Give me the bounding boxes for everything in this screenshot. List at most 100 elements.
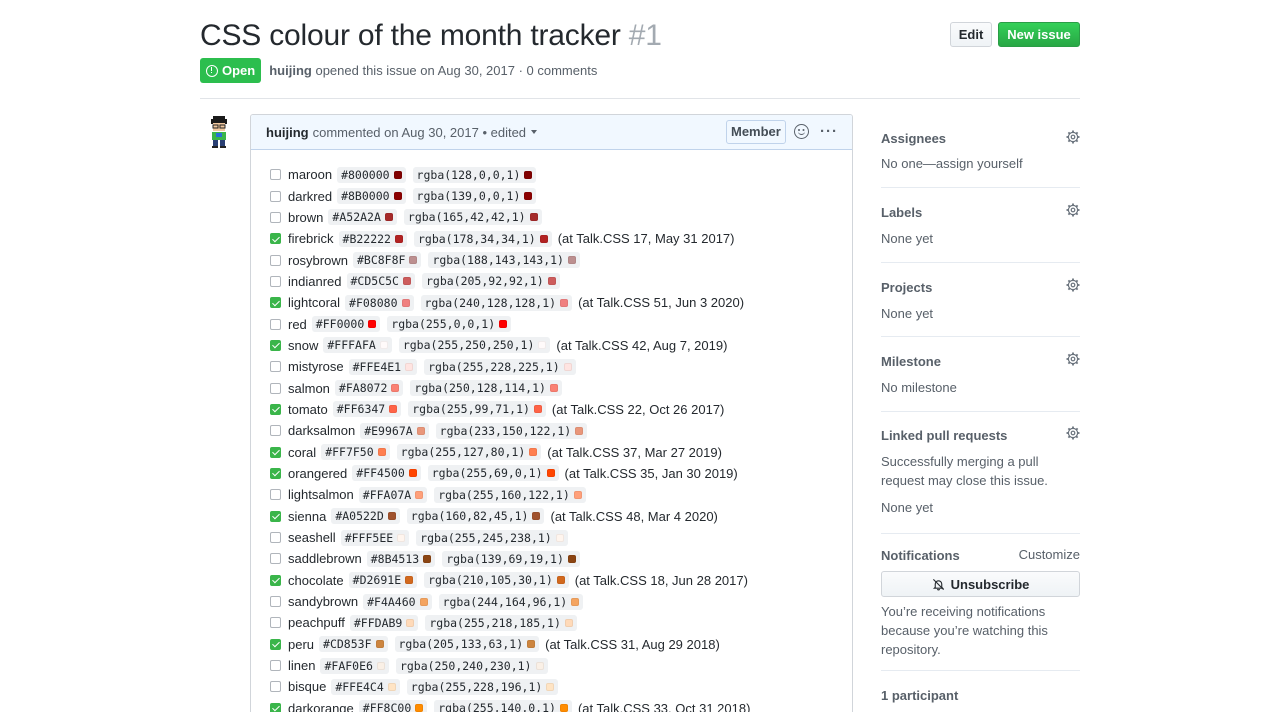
task-checkbox[interactable] bbox=[270, 297, 281, 309]
assignees-heading[interactable]: Assignees bbox=[881, 130, 946, 147]
task-checkbox[interactable] bbox=[270, 489, 281, 501]
color-hex-code: #8B4513 bbox=[366, 550, 436, 567]
labels-value: None yet bbox=[881, 231, 934, 246]
color-swatch bbox=[535, 661, 544, 670]
task-checkbox[interactable] bbox=[270, 617, 281, 629]
task-checkbox[interactable] bbox=[270, 660, 281, 672]
task-checkbox[interactable] bbox=[270, 254, 281, 266]
task-checkbox[interactable] bbox=[270, 681, 281, 693]
new-issue-button[interactable]: New issue bbox=[998, 22, 1080, 47]
color-swatch bbox=[568, 256, 576, 265]
color-hex-value: #FF6347 bbox=[336, 402, 386, 417]
color-rgba-value: rgba(205,133,63,1) bbox=[398, 637, 524, 652]
add-reaction-icon[interactable] bbox=[794, 124, 809, 139]
task-checkbox[interactable] bbox=[270, 382, 281, 394]
color-hex-code: #CD853F bbox=[319, 636, 388, 653]
task-checkbox[interactable] bbox=[270, 553, 281, 565]
task-checkbox[interactable] bbox=[270, 275, 281, 287]
notifications-desc: You’re receiving notifications because y… bbox=[881, 604, 1048, 657]
color-rgba-code: rgba(205,92,92,1) bbox=[421, 273, 560, 290]
task-checkbox[interactable] bbox=[270, 169, 281, 181]
color-rgba-value: rgba(210,105,30,1) bbox=[428, 573, 553, 588]
status-badge: Open bbox=[200, 58, 262, 83]
color-hex-value: #FF8C00 bbox=[362, 701, 412, 712]
task-checkbox[interactable] bbox=[270, 425, 281, 437]
color-swatch bbox=[563, 362, 572, 371]
task-item: maroon #800000 rgba(128,0,0,1) bbox=[270, 164, 850, 185]
milestone-heading[interactable]: Milestone bbox=[881, 353, 941, 370]
color-hex-code: #E9967A bbox=[360, 422, 429, 439]
task-checkbox[interactable] bbox=[270, 574, 281, 586]
color-rgba-code: rgba(255,99,71,1) bbox=[408, 401, 546, 418]
color-rgba-code: rgba(205,133,63,1) bbox=[394, 636, 540, 653]
color-name: mistyrose bbox=[288, 359, 344, 375]
color-swatch bbox=[387, 512, 396, 521]
color-swatch bbox=[555, 533, 564, 542]
projects-heading[interactable]: Projects bbox=[881, 279, 932, 296]
task-checkbox[interactable] bbox=[270, 596, 281, 608]
gear-icon[interactable] bbox=[1066, 426, 1080, 440]
task-checkbox[interactable] bbox=[270, 403, 281, 415]
color-hex-value: #FAF0E6 bbox=[324, 658, 373, 673]
task-checkbox[interactable] bbox=[270, 339, 281, 351]
comment-author-link[interactable]: huijing bbox=[266, 125, 309, 140]
color-hex-code: #FFF5EE bbox=[340, 529, 410, 546]
edited-dropdown-caret-icon[interactable] bbox=[531, 130, 538, 134]
talk-note: (at Talk.CSS 31, Aug 29 2018) bbox=[545, 636, 720, 652]
task-checkbox[interactable] bbox=[270, 638, 281, 650]
color-rgba-value: rgba(139,69,19,1) bbox=[446, 551, 564, 566]
color-hex-code: #B22222 bbox=[338, 230, 407, 247]
task-checkbox[interactable] bbox=[270, 190, 281, 202]
color-hex-value: #F4A460 bbox=[367, 594, 416, 609]
color-swatch bbox=[393, 192, 402, 201]
color-rgba-value: rgba(244,164,96,1) bbox=[442, 594, 568, 609]
color-rgba-code: rgba(244,164,96,1) bbox=[438, 593, 584, 610]
task-checkbox[interactable] bbox=[270, 446, 281, 458]
gear-icon[interactable] bbox=[1066, 278, 1080, 292]
assignees-value[interactable]: No one—assign yourself bbox=[881, 154, 1023, 173]
assignees-section: Assignees No one—assign yourself bbox=[881, 114, 1080, 188]
linked-pull-requests-desc: Successfully merging a pull request may … bbox=[881, 454, 1048, 488]
color-rgba-value: rgba(250,240,230,1) bbox=[399, 658, 532, 673]
color-name: peachpuff bbox=[288, 615, 345, 631]
color-hex-code: #CD5C5C bbox=[346, 273, 415, 290]
gear-icon[interactable] bbox=[1066, 203, 1080, 217]
task-checkbox[interactable] bbox=[270, 532, 281, 544]
color-rgba-code: rgba(255,228,225,1) bbox=[424, 358, 576, 375]
projects-section: Projects None yet bbox=[881, 263, 1080, 337]
color-swatch bbox=[527, 640, 536, 649]
unsubscribe-button[interactable]: Unsubscribe bbox=[881, 571, 1080, 597]
color-hex-value: #FFE4C4 bbox=[335, 679, 384, 694]
color-hex-code: #8B0000 bbox=[337, 188, 406, 205]
color-rgba-value: rgba(139,0,0,1) bbox=[416, 189, 521, 204]
gear-icon[interactable] bbox=[1066, 352, 1080, 366]
color-rgba-code: rgba(255,0,0,1) bbox=[387, 316, 512, 333]
task-item: indianred #CD5C5C rgba(205,92,92,1) bbox=[270, 271, 850, 292]
color-hex-value: #FF0000 bbox=[315, 317, 365, 332]
more-options-icon[interactable]: ··· bbox=[820, 124, 838, 139]
avatar[interactable] bbox=[204, 114, 234, 150]
milestone-value: No milestone bbox=[881, 380, 957, 395]
task-item: brown #A52A2A rgba(165,42,42,1) bbox=[270, 207, 850, 228]
task-item: snow #FFFAFA rgba(255,250,250,1) (at Talk.C… bbox=[270, 335, 850, 356]
task-checkbox[interactable] bbox=[270, 318, 281, 330]
task-checkbox[interactable] bbox=[270, 702, 281, 712]
linked-pull-requests-heading[interactable]: Linked pull requests bbox=[881, 427, 1007, 444]
color-hex-value: #800000 bbox=[341, 167, 390, 182]
color-swatch bbox=[419, 597, 428, 606]
task-checkbox[interactable] bbox=[270, 510, 281, 522]
labels-heading[interactable]: Labels bbox=[881, 204, 922, 221]
color-rgba-code: rgba(139,0,0,1) bbox=[412, 188, 537, 205]
color-name: sandybrown bbox=[288, 594, 359, 610]
task-checkbox[interactable] bbox=[270, 233, 281, 245]
task-checkbox[interactable] bbox=[270, 467, 281, 479]
issue-author-link[interactable]: huijing bbox=[269, 63, 312, 78]
customize-link[interactable]: Customize bbox=[1019, 547, 1080, 562]
edit-button[interactable]: Edit bbox=[950, 22, 992, 47]
color-rgba-value: rgba(255,69,0,1) bbox=[431, 466, 543, 481]
task-checkbox[interactable] bbox=[270, 211, 281, 223]
gear-icon[interactable] bbox=[1066, 130, 1080, 144]
task-checkbox[interactable] bbox=[270, 361, 281, 373]
color-rgba-value: rgba(178,34,34,1) bbox=[417, 231, 536, 246]
color-name: snow bbox=[288, 337, 319, 353]
